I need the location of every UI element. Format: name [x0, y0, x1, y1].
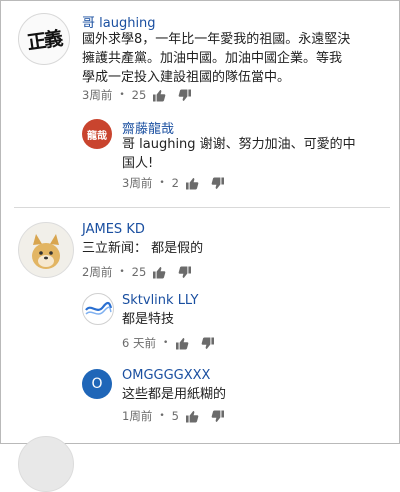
- like-count: 25: [131, 265, 147, 279]
- reply-text-line: 国人!: [122, 156, 154, 171]
- separator-dot: •: [162, 338, 169, 348]
- thumbs-up-icon[interactable]: [185, 410, 199, 423]
- reply-author[interactable]: OMGGGGXXX: [122, 368, 210, 383]
- avatar-text: O: [91, 376, 103, 392]
- timestamp: 2周前: [82, 265, 113, 279]
- comment-meta: 2周前 • 25: [82, 264, 192, 280]
- thumbs-up-icon[interactable]: [152, 89, 166, 102]
- thumbs-up-icon[interactable]: [185, 177, 199, 190]
- comment-meta: 3周前 • 25: [82, 87, 192, 103]
- reply-meta: 1周前 • 5: [122, 408, 225, 424]
- like-count: 25: [131, 88, 147, 102]
- reply-text: 都是特技: [122, 310, 174, 329]
- avatar-text: 正義: [25, 27, 63, 54]
- separator-dot: •: [159, 178, 165, 188]
- comment-text: 國外求學8，一年比一年愛我的祖國。永遠堅決 擁護共產黨。加油中國。加油中國企業。…: [82, 30, 350, 87]
- timestamp: 6 天前: [122, 336, 156, 350]
- thumbs-down-icon[interactable]: [178, 89, 192, 102]
- reply-meta: 3周前 • 2: [122, 175, 225, 191]
- reply-author[interactable]: Sktvlink LLY: [122, 293, 198, 308]
- reply-meta: 6 天前 •: [122, 335, 215, 351]
- comment-text: 三立新闻： 都是假的: [82, 239, 203, 258]
- like-count: 5: [171, 409, 179, 423]
- thumbs-up-icon[interactable]: [175, 337, 189, 350]
- divider: [14, 207, 390, 208]
- timestamp: 3周前: [122, 176, 153, 190]
- thumbs-down-icon[interactable]: [211, 177, 225, 190]
- reply-text-line: 这些都是用紙糊的: [122, 387, 227, 402]
- like-count: 2: [171, 176, 179, 190]
- avatar[interactable]: 龍哉: [82, 119, 112, 149]
- comment-author[interactable]: 哥 laughing: [82, 12, 156, 31]
- avatar[interactable]: [18, 222, 74, 278]
- comment-text-line: 擁護共產黨。加油中國。加油中國企業。等我: [82, 51, 343, 66]
- comment-text-line: 學成一定投入建設祖國的隊伍當中。: [82, 70, 291, 85]
- comment-text-line: 國外求學8，一年比一年愛我的祖國。永遠堅決: [82, 32, 351, 47]
- thumbs-down-icon[interactable]: [178, 266, 192, 279]
- dog-avatar-image: [32, 234, 60, 269]
- reply-text-line: 都是特技: [122, 312, 175, 327]
- avatar[interactable]: O: [82, 369, 112, 399]
- separator-dot: •: [119, 90, 125, 100]
- reply-text: 这些都是用紙糊的: [122, 385, 226, 404]
- thumbs-down-icon[interactable]: [201, 337, 215, 350]
- separator-dot: •: [119, 267, 125, 277]
- thumbs-down-icon[interactable]: [211, 410, 225, 423]
- comment-text-line: 三立新闻： 都是假的: [82, 241, 204, 256]
- avatar-text: 龍哉: [87, 130, 107, 142]
- comment-author[interactable]: JAMES KD: [82, 222, 145, 237]
- reply-text-line: 哥 laughing 谢谢、努力加油、可愛的中: [122, 137, 356, 152]
- timestamp: 1周前: [122, 409, 153, 423]
- avatar[interactable]: [82, 293, 114, 325]
- wave-avatar-image: [85, 301, 113, 315]
- timestamp: 3周前: [82, 88, 113, 102]
- avatar[interactable]: [18, 436, 74, 492]
- reply-text: 哥 laughing 谢谢、努力加油、可愛的中 国人!: [122, 135, 356, 173]
- avatar[interactable]: 正義: [18, 13, 70, 65]
- separator-dot: •: [159, 411, 165, 421]
- thumbs-up-icon[interactable]: [152, 266, 166, 279]
